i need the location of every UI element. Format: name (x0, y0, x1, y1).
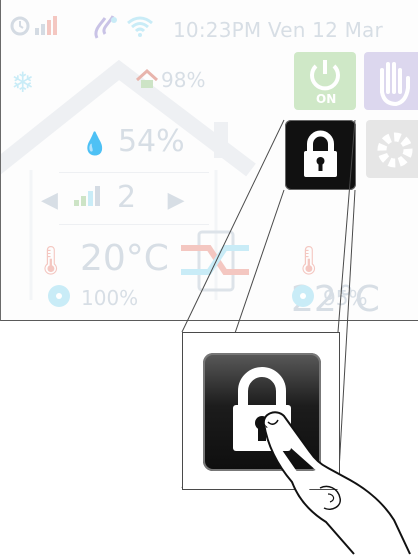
finger-pointer-icon (262, 411, 411, 555)
